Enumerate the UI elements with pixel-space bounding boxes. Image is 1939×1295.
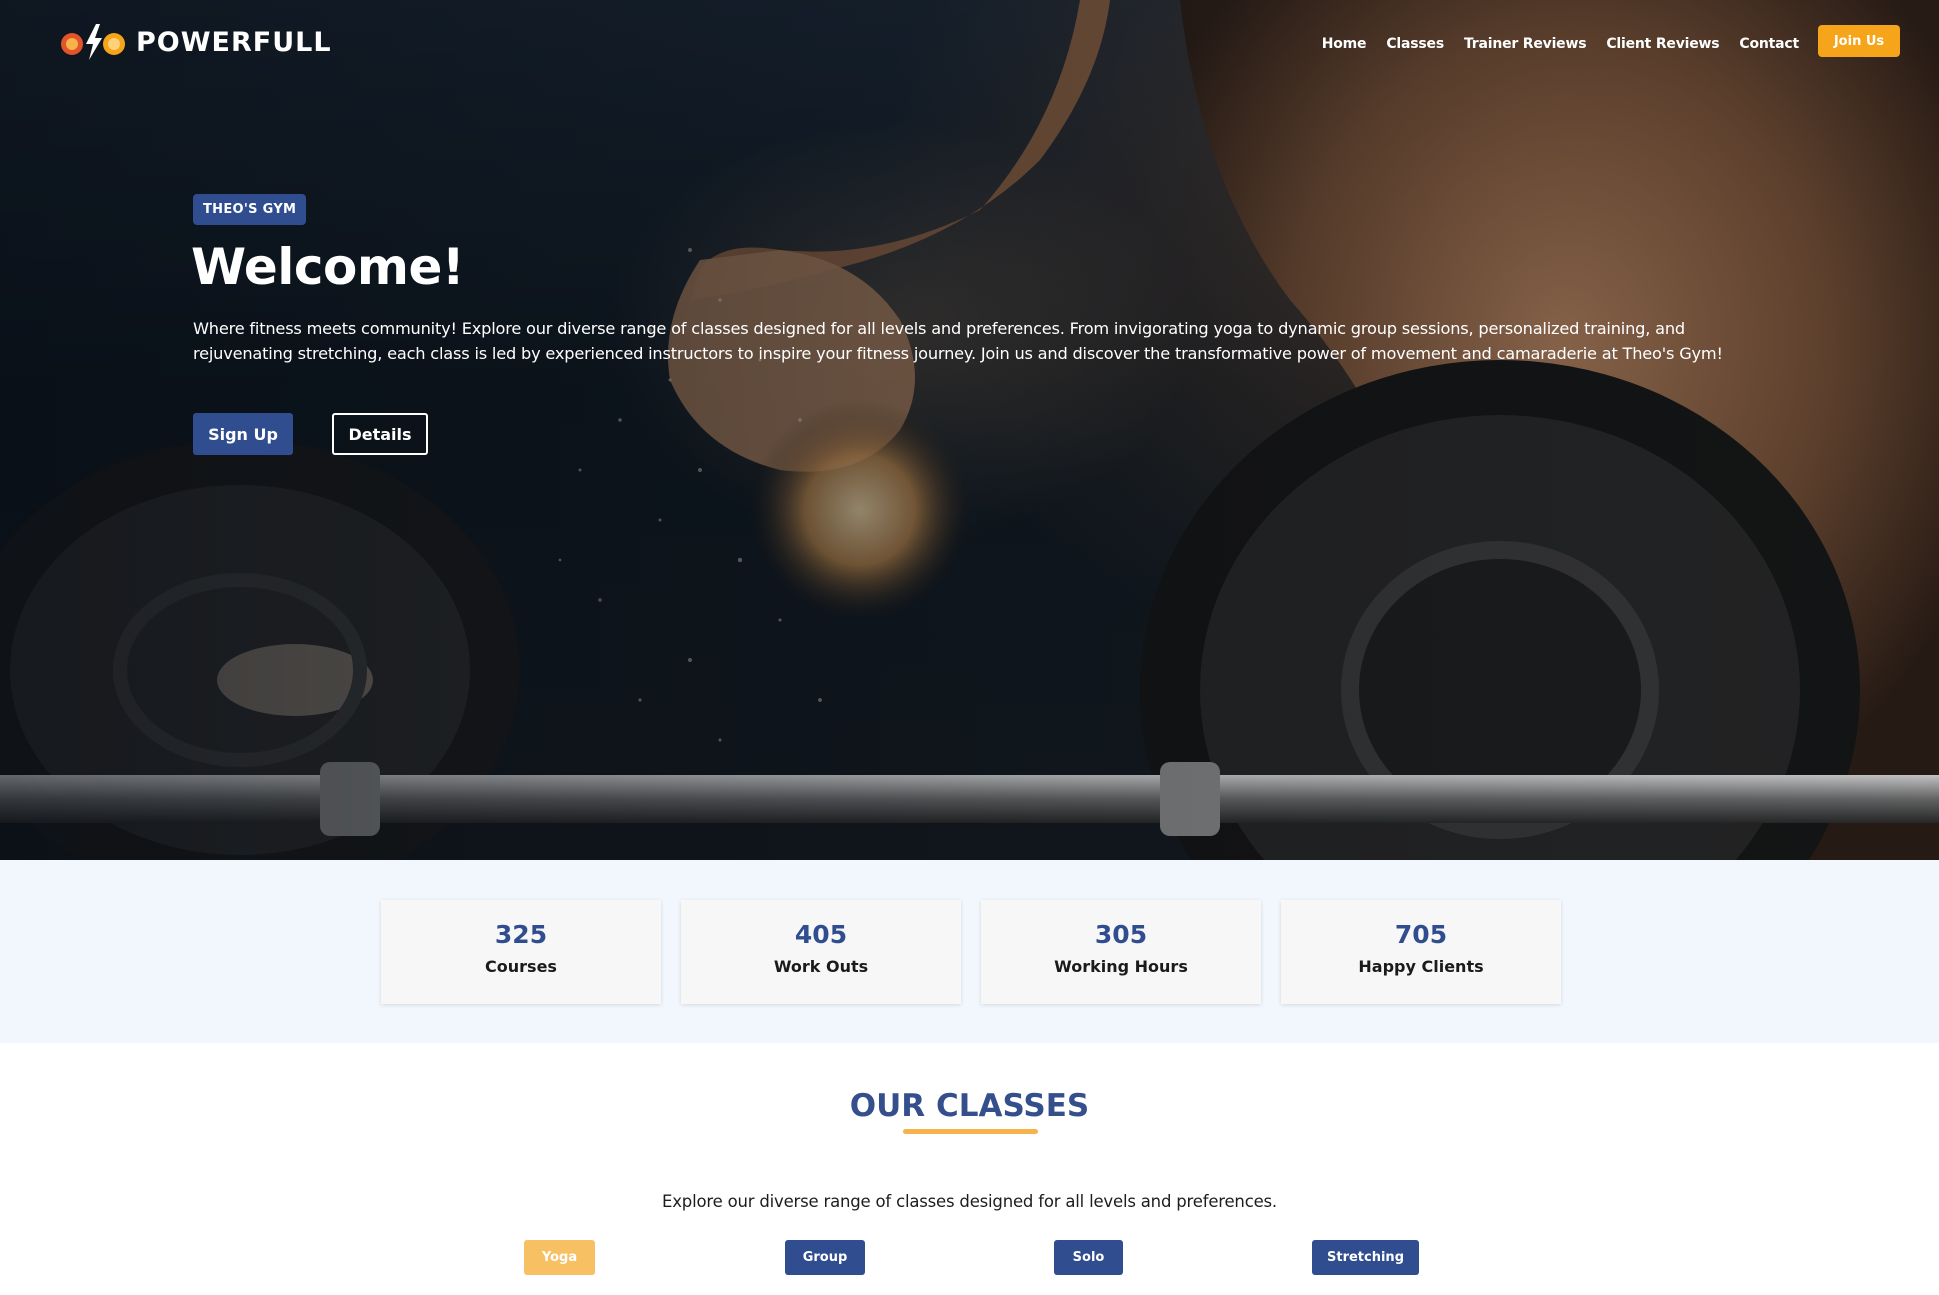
filter-solo-button[interactable]: Solo: [1054, 1240, 1123, 1275]
stat-label: Working Hours: [1054, 957, 1188, 976]
brand-name: POWERFULL: [136, 26, 332, 58]
dumbbell-bolt-icon: [61, 24, 125, 60]
stat-label: Courses: [485, 957, 557, 976]
stat-card-courses: 325 Courses: [381, 900, 661, 1004]
stat-label: Work Outs: [773, 957, 869, 976]
stat-value: 305: [1094, 920, 1148, 949]
nav-link-classes[interactable]: Classes: [1386, 36, 1444, 52]
nav-link-trainer-reviews[interactable]: Trainer Reviews: [1464, 36, 1587, 52]
nav-link-client-reviews[interactable]: Client Reviews: [1606, 36, 1719, 52]
details-button[interactable]: Details: [332, 413, 428, 455]
stat-card-happy-clients: 705 Happy Clients: [1281, 900, 1561, 1004]
classes-title: OUR CLASSES: [849, 1088, 1090, 1124]
stat-value: 705: [1394, 920, 1448, 949]
filter-group-button[interactable]: Group: [785, 1240, 865, 1275]
nav-link-contact[interactable]: Contact: [1739, 36, 1799, 52]
stat-card-working-hours: 305 Working Hours: [981, 900, 1261, 1004]
sign-up-button[interactable]: Sign Up: [193, 413, 293, 455]
main-nav: Home Classes Trainer Reviews Client Revi…: [1322, 36, 1799, 52]
stat-value: 325: [494, 920, 548, 949]
stat-label: Happy Clients: [1358, 957, 1484, 976]
hero-title: Welcome!: [191, 238, 465, 296]
join-us-button[interactable]: Join Us: [1818, 25, 1900, 57]
brand-logo[interactable]: POWERFULL: [58, 22, 332, 62]
stat-card-workouts: 405 Work Outs: [681, 900, 961, 1004]
stat-value: 405: [794, 920, 848, 949]
filter-stretching-button[interactable]: Stretching: [1312, 1240, 1419, 1275]
hero-section: POWERFULL Home Classes Trainer Reviews C…: [0, 0, 1939, 860]
classes-description: Explore our diverse range of classes des…: [662, 1192, 1277, 1211]
hero-description: Where fitness meets community! Explore o…: [193, 319, 1723, 363]
stats-section: 325 Courses 405 Work Outs 305 Working Ho…: [0, 860, 1939, 1043]
gym-badge: THEO'S GYM: [193, 194, 307, 225]
nav-link-home[interactable]: Home: [1322, 36, 1367, 52]
title-underline: [903, 1129, 1038, 1134]
filter-yoga-button[interactable]: Yoga: [524, 1240, 595, 1275]
